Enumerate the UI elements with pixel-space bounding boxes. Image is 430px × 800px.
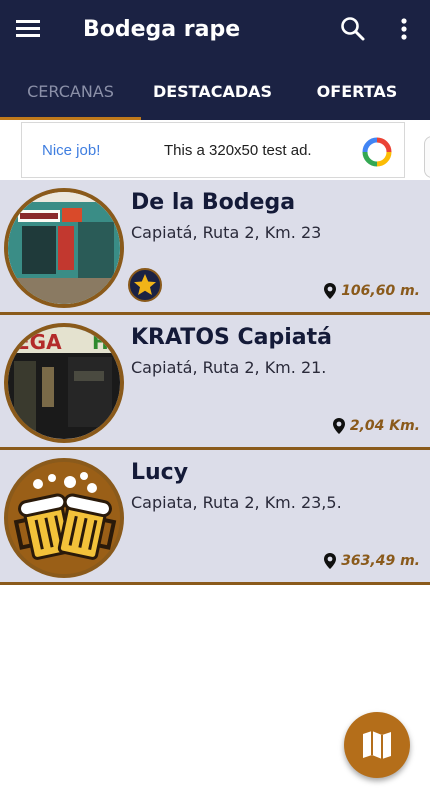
place-name: De la Bodega <box>131 190 296 215</box>
tab-destacadas[interactable]: DESTACADAS <box>141 72 284 120</box>
scroll-indicator[interactable] <box>424 136 430 178</box>
place-address: Capiatá, Ruta 2, Km. 23 <box>131 223 322 242</box>
more-options-button[interactable] <box>392 12 416 46</box>
svg-text:EGA: EGA <box>16 330 62 354</box>
search-icon <box>341 17 365 41</box>
tab-ofertas[interactable]: OFERTAS <box>284 72 430 120</box>
list-item[interactable]: De la Bodega Capiatá, Ruta 2, Km. 23 106… <box>0 180 430 315</box>
map-fab-button[interactable] <box>344 712 410 778</box>
menu-button[interactable] <box>14 14 48 44</box>
app-title: Bodega rape <box>83 17 241 42</box>
tab-cercanas[interactable]: CERCANAS <box>0 72 141 120</box>
search-button[interactable] <box>336 12 370 46</box>
star-icon <box>134 274 156 295</box>
place-photo: EGA H <box>4 323 124 443</box>
menu-icon <box>14 20 48 37</box>
location-pin-icon <box>324 553 337 569</box>
place-photo <box>4 458 124 578</box>
more-vert-icon <box>401 18 407 40</box>
app-bar: Bodega rape CERCANAS DESTACADAS OFERTAS <box>0 0 430 120</box>
ad-center-text: This a 320x50 test ad. <box>164 142 312 159</box>
tab-indicator <box>0 117 141 120</box>
place-address: Capiatá, Ruta 2, Km. 21. <box>131 358 327 377</box>
featured-badge <box>128 268 162 302</box>
place-address: Capiata, Ruta 2, Km. 23,5. <box>131 493 342 512</box>
list-item[interactable]: EGA H KRATOS Capiatá Capiatá, Ruta 2, Km… <box>0 315 430 450</box>
map-icon <box>363 731 391 759</box>
place-distance: 363,49 m. <box>323 552 420 570</box>
place-distance: 106,60 m. <box>323 282 420 300</box>
beer-mugs-icon <box>8 462 120 574</box>
ad-logo-icon <box>362 137 392 167</box>
svg-text:H: H <box>92 330 109 354</box>
place-distance: 2,04 Km. <box>332 417 420 435</box>
places-list: De la Bodega Capiatá, Ruta 2, Km. 23 106… <box>0 180 430 585</box>
list-item[interactable]: Lucy Capiata, Ruta 2, Km. 23,5. 363,49 m… <box>0 450 430 585</box>
place-name: Lucy <box>131 460 189 485</box>
tab-bar: CERCANAS DESTACADAS OFERTAS <box>0 72 430 120</box>
location-pin-icon <box>332 418 345 434</box>
place-photo <box>4 188 124 308</box>
place-name: KRATOS Capiatá <box>131 325 333 350</box>
distance-text: 2,04 Km. <box>349 418 420 434</box>
distance-text: 106,60 m. <box>341 283 420 299</box>
distance-text: 363,49 m. <box>341 553 420 569</box>
ad-banner[interactable]: Nice job! This a 320x50 test ad. <box>21 122 405 178</box>
location-pin-icon <box>324 283 337 299</box>
ad-left-text: Nice job! <box>42 142 101 159</box>
